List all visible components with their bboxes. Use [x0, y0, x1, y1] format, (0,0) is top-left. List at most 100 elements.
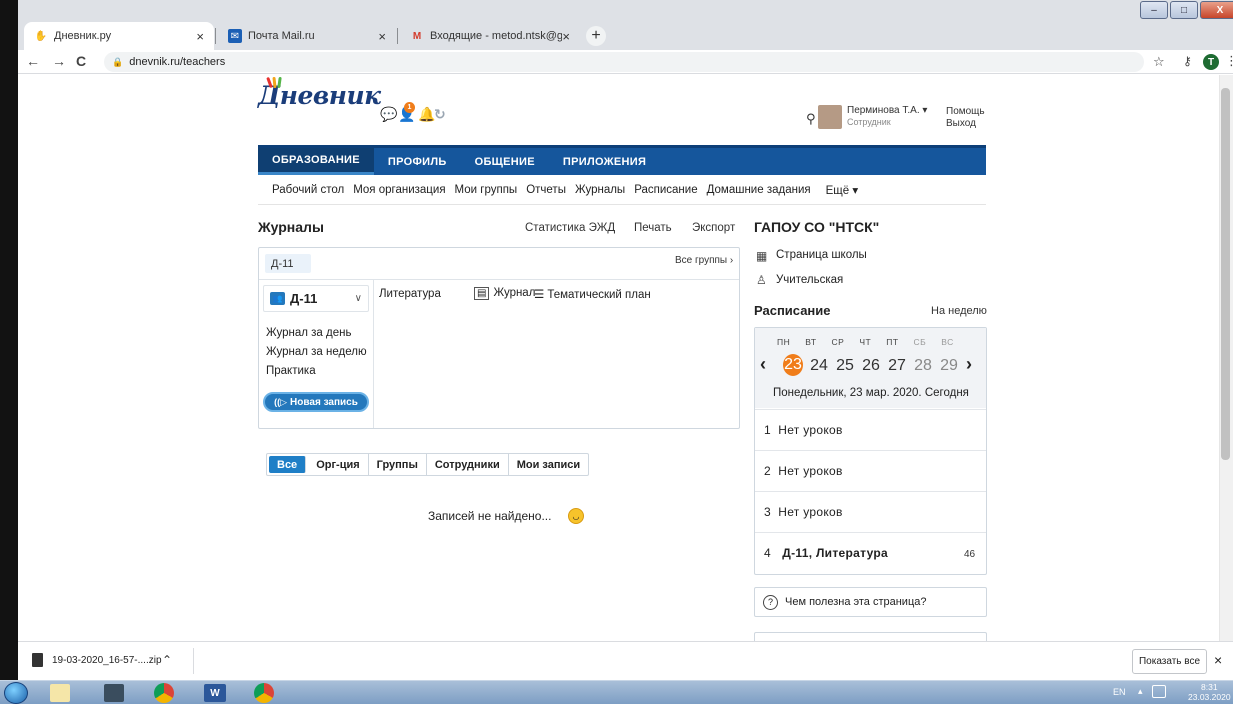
lesson-num: 4: [764, 546, 771, 560]
clock[interactable]: 8:31 23.03.2020: [1188, 682, 1231, 702]
week-link[interactable]: На неделю: [931, 305, 987, 317]
subnav-desktop[interactable]: Рабочий стол: [272, 184, 344, 196]
journal-link[interactable]: ▤ Журнал: [474, 287, 535, 300]
date-today[interactable]: 23: [783, 354, 803, 376]
group-name: Д-11: [290, 291, 318, 306]
tab-dnevnik[interactable]: ✋ Дневник.ру ×: [24, 22, 214, 50]
help-link[interactable]: Помощь: [946, 106, 985, 117]
browser-window: ✋ Дневник.ру × ✉ Почта Mail.ru × M Входя…: [18, 0, 1233, 680]
chrome-icon[interactable]: [254, 683, 274, 703]
print-link[interactable]: Печать: [634, 222, 672, 234]
more-menu-icon[interactable]: ⋮: [1225, 53, 1233, 69]
filter-my[interactable]: Мои записи: [509, 454, 588, 475]
start-button[interactable]: [4, 682, 28, 704]
chevron-right-icon[interactable]: ›: [966, 354, 972, 375]
chevron-left-icon[interactable]: ‹: [760, 354, 766, 375]
key-icon[interactable]: ⚷: [1183, 54, 1192, 68]
stats-link[interactable]: Статистика ЭЖД: [525, 222, 615, 234]
nav-profile[interactable]: ПРОФИЛЬ: [374, 148, 461, 175]
chevron-up-icon[interactable]: ⌃: [162, 653, 172, 667]
forward-arrow-icon[interactable]: →: [52, 53, 66, 69]
lesson-row[interactable]: 2 Нет уроков: [755, 450, 986, 491]
profile-avatar[interactable]: T: [1203, 54, 1219, 70]
search-icon[interactable]: ⚲: [806, 111, 816, 127]
nav-apps[interactable]: ПРИЛОЖЕНИЯ: [549, 148, 660, 175]
filter-org[interactable]: Орг-ция: [308, 454, 369, 475]
tab-bar: ✋ Дневник.ру × ✉ Почта Mail.ru × M Входя…: [18, 0, 1233, 50]
dnevnik-logo[interactable]: Дневник: [258, 76, 381, 110]
avatar[interactable]: [818, 105, 842, 129]
school-page-link[interactable]: Страница школы: [776, 249, 867, 261]
messages-icon[interactable]: 💬: [380, 106, 397, 123]
sub-nav: Рабочий стол Моя организация Мои группы …: [258, 175, 986, 205]
date-cell[interactable]: 28: [913, 357, 933, 376]
file-explorer-icon[interactable]: [50, 684, 70, 702]
building-icon: ▦: [756, 249, 768, 263]
download-file[interactable]: 19-03-2020_16-57-....zip: [52, 655, 162, 666]
teacher-room-link[interactable]: Учительская: [776, 274, 843, 286]
app-icon[interactable]: [104, 684, 124, 702]
subnav-schedule[interactable]: Расписание: [634, 184, 697, 196]
back-arrow-icon[interactable]: ←: [26, 53, 40, 69]
group-chip[interactable]: Д-11: [265, 254, 311, 273]
export-link[interactable]: Экспорт: [692, 222, 735, 234]
reload-icon[interactable]: C: [76, 53, 86, 69]
chrome-icon[interactable]: [154, 683, 174, 703]
schedule-title: Расписание: [754, 303, 831, 318]
date-cell[interactable]: 24: [809, 357, 829, 376]
date-cell[interactable]: 27: [887, 357, 907, 376]
help-widget[interactable]: ? Чем полезна эта страница?: [754, 587, 987, 617]
group-selector[interactable]: 👥 Д-11 ∨: [263, 285, 369, 312]
tab-gmail[interactable]: M Входящие - metod.ntsk@gmail.c ×: [400, 22, 580, 50]
lesson-row[interactable]: 4 Д-11, Литература: [755, 532, 986, 573]
journal-day-link[interactable]: Журнал за день: [266, 327, 351, 339]
lesson-row[interactable]: 3 Нет уроков: [755, 491, 986, 532]
language-indicator[interactable]: EN: [1113, 687, 1126, 697]
tray-up-icon[interactable]: ▴: [1138, 686, 1143, 697]
subnav-journals[interactable]: Журналы: [575, 184, 625, 196]
word-icon[interactable]: W: [204, 684, 226, 702]
filter-groups[interactable]: Группы: [369, 454, 427, 475]
date-cell[interactable]: 26: [861, 357, 881, 376]
bell-icon[interactable]: 🔔: [418, 106, 435, 123]
tab-title: Дневник.ру: [54, 30, 112, 42]
filter-staff[interactable]: Сотрудники: [427, 454, 509, 475]
tab-mail-ru[interactable]: ✉ Почта Mail.ru ×: [218, 22, 396, 50]
date-cell[interactable]: 25: [835, 357, 855, 376]
subnav-my-groups[interactable]: Мои группы: [455, 184, 518, 196]
filter-all[interactable]: Все: [269, 456, 307, 473]
dnevnik-favicon-icon: ✋: [34, 30, 48, 42]
scrollbar-thumb[interactable]: [1221, 88, 1230, 460]
subject-name[interactable]: Литература: [379, 288, 441, 300]
close-tab-icon[interactable]: ×: [196, 29, 204, 44]
subnav-more[interactable]: Ещё ▾: [826, 183, 859, 197]
all-groups-link[interactable]: Все группы ›: [675, 255, 733, 266]
nav-education[interactable]: ОБРАЗОВАНИЕ: [258, 148, 374, 175]
subnav-homework[interactable]: Домашние задания: [707, 184, 811, 196]
theme-plan-link[interactable]: ☰ Тематический план: [534, 287, 651, 301]
refresh-icon[interactable]: ↻: [434, 106, 446, 123]
desktop-edge: [0, 0, 18, 680]
close-tab-icon[interactable]: ×: [562, 29, 570, 44]
close-tab-icon[interactable]: ×: [378, 29, 386, 44]
subnav-my-organization[interactable]: Моя организация: [353, 184, 445, 196]
logout-link[interactable]: Выход: [946, 118, 976, 129]
minimize-button[interactable]: –: [1140, 1, 1168, 19]
bookmark-star-icon[interactable]: ☆: [1153, 54, 1165, 70]
close-window-button[interactable]: X: [1200, 1, 1233, 19]
new-entry-button[interactable]: ((▷ Новая запись: [263, 392, 369, 412]
new-tab-button[interactable]: +: [586, 26, 606, 46]
nav-communication[interactable]: ОБЩЕНИЕ: [461, 148, 549, 175]
lesson-row[interactable]: 1 Нет уроков: [755, 409, 986, 450]
address-bar[interactable]: 🔒 dnevnik.ru/teachers: [104, 52, 1144, 72]
date-cell[interactable]: 29: [939, 357, 959, 376]
empty-message: Записей не найдено...: [428, 509, 552, 523]
practice-link[interactable]: Практика: [266, 365, 316, 377]
journal-week-link[interactable]: Журнал за неделю: [266, 346, 367, 358]
show-all-button[interactable]: Показать все: [1132, 649, 1207, 674]
maximize-button[interactable]: □: [1170, 1, 1198, 19]
close-icon[interactable]: ×: [1214, 652, 1222, 668]
subnav-reports[interactable]: Отчеты: [526, 184, 566, 196]
user-menu[interactable]: Перминова Т.А. ▾: [847, 105, 927, 116]
network-icon[interactable]: [1152, 685, 1166, 698]
